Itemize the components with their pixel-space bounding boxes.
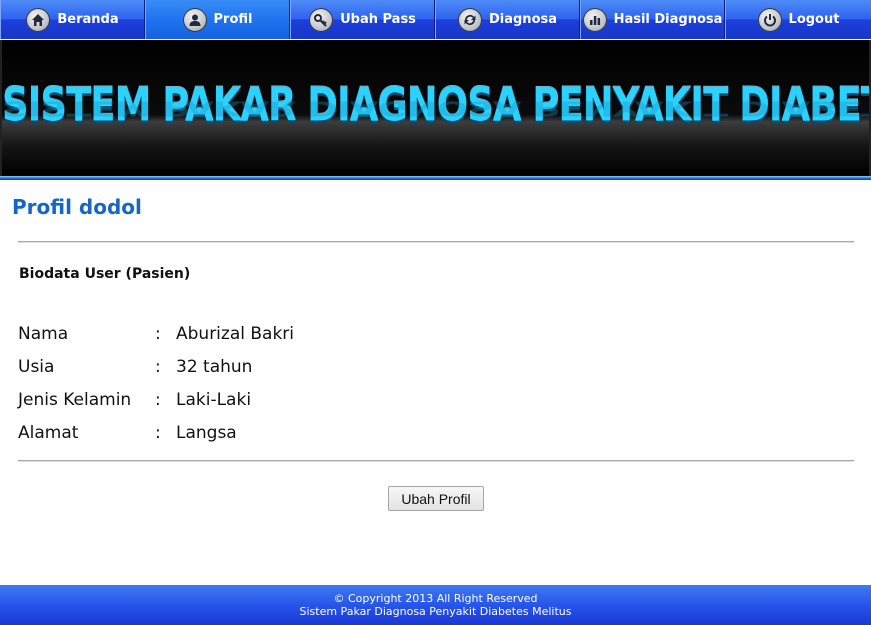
nav-logout-label: Logout bbox=[788, 12, 840, 27]
biodata-value: 32 tahun bbox=[176, 356, 253, 377]
biodata-separator: : bbox=[155, 323, 161, 344]
biodata-list: Nama : Aburizal Bakri Usia : 32 tahun Je… bbox=[18, 317, 294, 449]
top-navigation: Beranda Profil Ubah Pass Diagnosa Hasil … bbox=[0, 0, 871, 39]
biodata-value: Aburizal Bakri bbox=[176, 323, 295, 344]
nav-diagnosa[interactable]: Diagnosa bbox=[435, 0, 580, 39]
biodata-row-usia: Usia : 32 tahun bbox=[18, 350, 294, 383]
edit-profile-button[interactable]: Ubah Profil bbox=[388, 486, 484, 511]
refresh-icon bbox=[457, 7, 482, 32]
biodata-row-nama: Nama : Aburizal Bakri bbox=[18, 317, 294, 350]
nav-diagnosa-label: Diagnosa bbox=[488, 12, 558, 27]
nav-beranda[interactable]: Beranda bbox=[0, 0, 145, 39]
biodata-label: Alamat bbox=[18, 422, 79, 443]
user-icon bbox=[182, 7, 207, 32]
divider-top bbox=[18, 241, 854, 243]
footer-site-name: Sistem Pakar Diagnosa Penyakit Diabetes … bbox=[299, 605, 572, 618]
power-icon bbox=[757, 7, 782, 32]
section-title: Biodata User (Pasien) bbox=[19, 266, 191, 282]
biodata-separator: : bbox=[155, 356, 161, 377]
biodata-label: Usia bbox=[18, 356, 55, 377]
key-icon bbox=[309, 7, 334, 32]
biodata-row-jenis-kelamin: Jenis Kelamin : Laki-Laki bbox=[18, 383, 294, 416]
biodata-separator: : bbox=[155, 422, 161, 443]
nav-hasil-diagnosa-label: Hasil Diagnosa bbox=[613, 12, 723, 27]
biodata-row-alamat: Alamat : Langsa bbox=[18, 416, 294, 449]
bar-chart-icon bbox=[582, 7, 607, 32]
nav-hasil-diagnosa[interactable]: Hasil Diagnosa bbox=[580, 0, 725, 39]
banner-separator bbox=[0, 176, 871, 180]
home-icon bbox=[26, 7, 51, 32]
nav-ubah-pass-label: Ubah Pass bbox=[340, 12, 416, 27]
page-title: Profil dodol bbox=[12, 195, 142, 219]
nav-logout[interactable]: Logout bbox=[725, 0, 871, 39]
banner-title-reflection: SISTEM PAKAR DIAGNOSA PENYAKIT DIABETES … bbox=[2, 96, 869, 120]
footer: © Copyright 2013 All Right Reserved Sist… bbox=[0, 585, 871, 625]
biodata-label: Nama bbox=[18, 323, 69, 344]
nav-profil[interactable]: Profil bbox=[145, 0, 290, 39]
divider-bottom bbox=[18, 460, 854, 462]
nav-ubah-pass[interactable]: Ubah Pass bbox=[290, 0, 435, 39]
biodata-value: Laki-Laki bbox=[176, 389, 252, 410]
biodata-value: Langsa bbox=[176, 422, 237, 443]
header-banner: SISTEM PAKAR DIAGNOSA PENYAKIT DIABETES … bbox=[0, 40, 871, 176]
biodata-separator: : bbox=[155, 389, 161, 410]
footer-copyright: © Copyright 2013 All Right Reserved bbox=[333, 592, 538, 605]
nav-profil-label: Profil bbox=[213, 12, 253, 27]
nav-beranda-label: Beranda bbox=[57, 12, 119, 27]
biodata-label: Jenis Kelamin bbox=[18, 389, 132, 410]
